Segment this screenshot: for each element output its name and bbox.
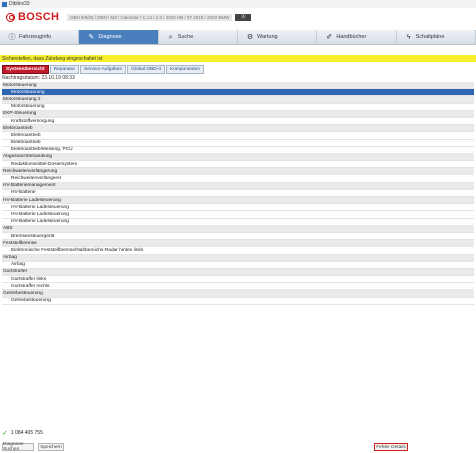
system-group-row: Airbag <box>2 254 474 262</box>
tab-service-aufgaben[interactable]: Service-Aufgaben <box>80 65 127 74</box>
system-group-row: ABS <box>2 225 474 233</box>
diagnose-search-button[interactable]: Diagnose-Suchen <box>2 442 34 452</box>
system-item-row[interactable]: Getriebesteuerung <box>2 297 474 305</box>
system-group-row: Feststellbremse <box>2 240 474 248</box>
check-icon: ✓ <box>2 430 8 437</box>
system-group-row: HV-Batterie Ladesteuerung <box>2 197 474 205</box>
system-item-row[interactable]: Airbag <box>2 261 474 269</box>
system-group-row: Motorsteuerung 2 <box>2 96 474 104</box>
system-group-row: HV-Batteriemanagement <box>2 182 474 190</box>
gears-icon: ⚙ <box>246 33 254 41</box>
system-item-row[interactable]: Kraftstoffversorgung <box>2 117 474 126</box>
save-button[interactable]: Speichern <box>38 443 64 451</box>
tab-diagnose[interactable]: ✎ Diagnose <box>79 30 159 44</box>
app-icon <box>2 1 7 7</box>
tab-label: Diagnose <box>98 34 122 40</box>
system-item-row[interactable]: Reichweitenverlängerer <box>2 175 474 183</box>
error-details-button[interactable]: Fehler Details <box>374 443 408 451</box>
search-icon: ⌕ <box>168 33 173 41</box>
update-date: Nachtragsdatum: 23.10.19 08:33 <box>2 75 75 81</box>
system-item-row[interactable]: Motorsteuerung <box>2 103 474 111</box>
tab-label: Schaltpläne <box>415 34 445 40</box>
system-item-row[interactable]: Elektroantrieb <box>2 132 474 140</box>
tab-systemuebersicht[interactable]: Systemübersicht <box>2 65 49 74</box>
system-item-row[interactable]: Gurtstraffer links <box>2 276 474 284</box>
info-icon: ⓘ <box>8 33 16 41</box>
tab-label: Suche <box>177 34 194 40</box>
system-group-row: Elektroantrieb <box>2 125 474 133</box>
system-group-row: Motorsteuerung <box>2 82 474 90</box>
system-list: Motorsteuerung Motorsteuerung Motorsteueru… <box>2 82 474 305</box>
wrench-icon: ✎ <box>88 33 95 41</box>
system-item-row[interactable]: Elektroantrieb <box>2 139 474 147</box>
system-item-row[interactable]: HV-Batterie Ladesteuerung <box>2 218 474 226</box>
app-header: BOSCH DBN 9/9/25 / DBN / M3 / Calendar /… <box>0 8 476 26</box>
system-item-row[interactable]: HV-Batterie Ladesteuerung <box>2 204 474 212</box>
system-group-row: Getriebesteuerung <box>2 290 474 298</box>
tab-label: Fahrzeuginfo <box>19 34 52 40</box>
system-item-row[interactable]: Motorsteuerung <box>2 89 474 97</box>
system-item-row[interactable]: Elektronische Feststellbremse/Nahbereich… <box>2 247 474 255</box>
ignition-notice: Sicherstellen, dass Zündung eingeschalte… <box>0 55 476 62</box>
tab-wartung[interactable]: ⚙ Wartung <box>237 30 318 44</box>
window-title: Diblinx33 <box>9 1 30 7</box>
support-phone: ✓ 1 084 405 755 <box>2 429 43 437</box>
system-group-row: EKP-Steuerung <box>2 110 474 118</box>
tab-label: Handbücher <box>336 34 367 40</box>
tab-suche[interactable]: ⌕ Suche <box>158 30 238 44</box>
brand-name: BOSCH <box>18 11 60 23</box>
system-item-row[interactable]: Reduktionsmittel-Dosiersystem <box>2 161 474 169</box>
tab-global-obd[interactable]: Global OBD-II <box>127 65 165 74</box>
system-group-row: Abgasnachbehandlung <box>2 153 474 162</box>
circuit-icon: ϟ <box>406 33 411 41</box>
system-item-row[interactable]: Gurtstraffer rechts <box>2 283 474 291</box>
bosch-logo-icon <box>6 12 15 22</box>
tab-komponenten[interactable]: Komponenten <box>166 65 204 74</box>
system-item-row[interactable]: Bremsensteuergerät <box>2 232 474 241</box>
system-group-row: Gurtstraffer <box>2 268 474 277</box>
version-info: DBN 9/9/25 / DBN / M3 / Calendar / C.14 … <box>67 13 233 21</box>
tab-handbuecher[interactable]: ✐ Handbücher <box>317 30 397 44</box>
footer-bar: Diagnose-Suchen Speichern Fehler Details <box>0 441 476 453</box>
system-item-row[interactable]: HV-Batterie <box>2 189 474 197</box>
book-icon: ✐ <box>326 33 333 41</box>
system-group-row: Reichweitenverlängerung <box>2 168 474 176</box>
system-item-row[interactable]: Elektroantrieb/Messing, PCU <box>2 146 474 154</box>
tab-label: Wartung <box>256 34 278 40</box>
main-navigation: ⓘ Fahrzeuginfo ✎ Diagnose ⌕ Suche ⚙ Wart… <box>0 30 476 45</box>
system-item-row[interactable]: HV-Batterie Ladesteuerung <box>2 211 474 219</box>
bosch-logo: BOSCH <box>6 11 59 23</box>
network-badge[interactable]: Ⓐ <box>235 13 252 21</box>
tab-schaltplaene[interactable]: ϟ Schaltpläne <box>396 30 476 44</box>
tab-reparatur[interactable]: Reparatur <box>49 65 79 74</box>
phone-number: 1 084 405 755 <box>10 430 43 436</box>
tab-fahrzeuginfo[interactable]: ⓘ Fahrzeuginfo <box>0 30 80 44</box>
window-titlebar: Diblinx33 <box>0 0 476 8</box>
sub-tabs: Systemübersicht Reparatur Service-Aufgab… <box>2 65 204 74</box>
